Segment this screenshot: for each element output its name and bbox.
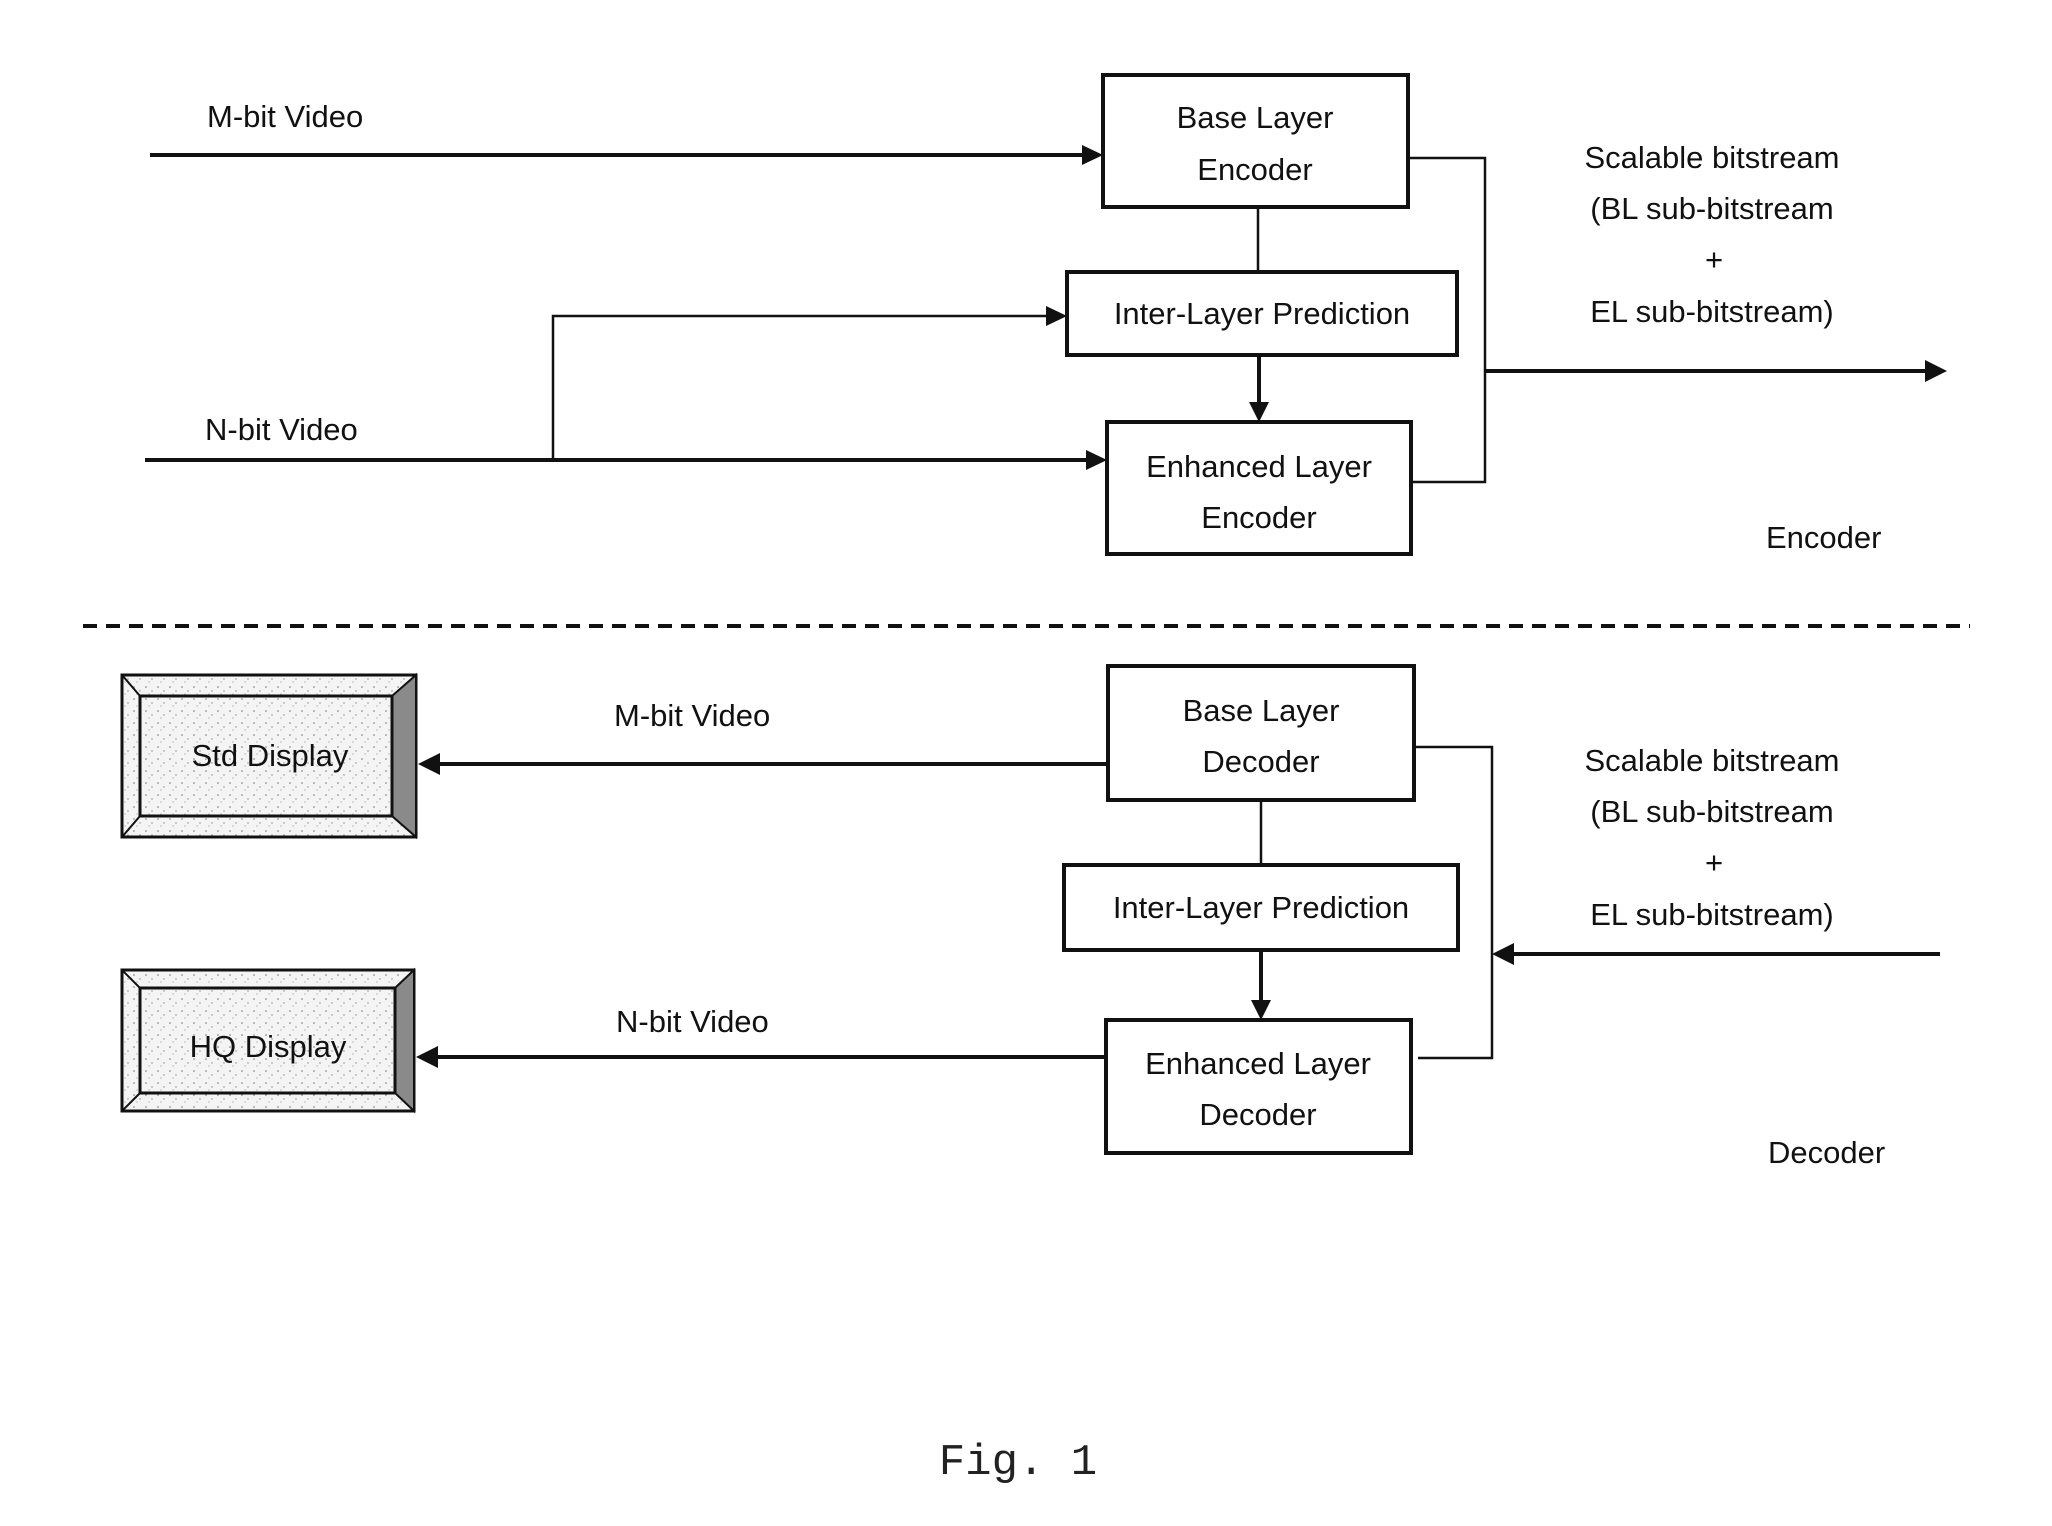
block-label: Encoder: [1197, 152, 1312, 187]
encoder-output-label-line2: (BL sub-bitstream: [1590, 191, 1834, 226]
decoder-input-label-line2: (BL sub-bitstream: [1590, 794, 1834, 829]
inter-layer-prediction-encoder-block: Inter-Layer Prediction: [1065, 270, 1459, 357]
encoder-m-bit-label: M-bit Video: [207, 99, 363, 134]
block-label: Decoder: [1199, 1097, 1316, 1132]
block-label: Encoder: [1201, 500, 1316, 535]
decoder-section: Std Display HQ Display M-bit Video N-bit…: [120, 664, 1940, 1170]
hq-display-label: HQ Display: [190, 1029, 347, 1064]
encoder-n-bit-label: N-bit Video: [205, 412, 358, 447]
encoder-section: M-bit Video N-bit Video Base Layer Encod…: [145, 73, 1947, 556]
block-label: Base Layer: [1183, 693, 1340, 728]
block-label: Enhanced Layer: [1145, 1046, 1371, 1081]
block-label: Inter-Layer Prediction: [1114, 296, 1410, 331]
arrow-head-icon: [1251, 1000, 1271, 1020]
hq-display: HQ Display: [120, 967, 416, 1114]
block-label: Inter-Layer Prediction: [1113, 890, 1409, 925]
decoder-section-label: Decoder: [1768, 1135, 1885, 1170]
arrow-head-icon: [416, 1046, 438, 1068]
encoder-section-label: Encoder: [1766, 520, 1881, 555]
block-label: Base Layer: [1177, 100, 1334, 135]
arrow-head-icon: [1925, 360, 1947, 382]
encoder-output-label-plus: +: [1705, 242, 1723, 277]
arrow-head-icon: [418, 753, 440, 775]
base-layer-encoder-block: Base Layer Encoder: [1101, 73, 1410, 209]
arrow-head-icon: [1086, 450, 1107, 470]
block-label: Decoder: [1202, 744, 1319, 779]
inter-layer-prediction-decoder-block: Inter-Layer Prediction: [1062, 863, 1460, 952]
encoder-output-label-line4: EL sub-bitstream): [1590, 294, 1834, 329]
arrow-head-icon: [1046, 306, 1067, 326]
figure-caption: Fig. 1: [939, 1438, 1097, 1488]
decoder-input-label-line1: Scalable bitstream: [1584, 743, 1839, 778]
encoder-n-bit-branch-line: [551, 314, 1054, 460]
std-display-label: Std Display: [192, 738, 349, 773]
encoder-output-label-line1: Scalable bitstream: [1584, 140, 1839, 175]
decoder-n-bit-label: N-bit Video: [616, 1004, 769, 1039]
enhanced-layer-decoder-block: Enhanced Layer Decoder: [1104, 1018, 1413, 1155]
decoder-m-bit-label: M-bit Video: [614, 698, 770, 733]
enhanced-layer-encoder-block: Enhanced Layer Encoder: [1105, 420, 1413, 556]
arrow-head-icon: [1492, 943, 1514, 965]
decoder-input-label-line4: EL sub-bitstream): [1590, 897, 1834, 932]
arrow-head-icon: [1249, 402, 1269, 422]
arrow-head-icon: [1082, 145, 1103, 165]
base-layer-decoder-block: Base Layer Decoder: [1106, 664, 1416, 802]
scalable-coding-diagram: M-bit Video N-bit Video Base Layer Encod…: [83, 73, 1970, 1488]
std-display: Std Display: [120, 672, 418, 840]
decoder-input-label-plus: +: [1705, 845, 1723, 880]
block-label: Enhanced Layer: [1146, 449, 1372, 484]
